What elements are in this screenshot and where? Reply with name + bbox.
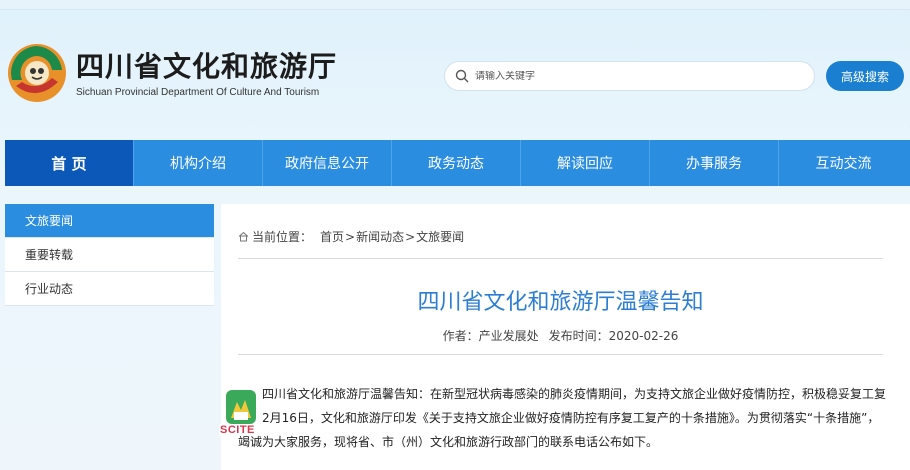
breadcrumb-separator: >	[345, 229, 356, 244]
sidebar-item-culture-news[interactable]: 文旅要闻	[5, 204, 214, 238]
breadcrumb-news[interactable]: 新闻动态	[356, 228, 404, 245]
site-logo[interactable]: 四川省文化和旅游厅 Sichuan Provincial Department …	[6, 42, 337, 104]
nav-item-services[interactable]: 办事服务	[650, 140, 779, 186]
nav-item-affairs[interactable]: 政务动态	[392, 140, 521, 186]
nav-item-home[interactable]: 首 页	[5, 140, 134, 186]
breadcrumb: 当前位置： 首页 > 新闻动态 > 文旅要闻	[238, 228, 464, 245]
breadcrumb-home[interactable]: 首页	[320, 228, 344, 245]
breadcrumb-current[interactable]: 文旅要闻	[416, 228, 464, 245]
search-box[interactable]	[444, 61, 815, 91]
logo-subtitle: Sichuan Provincial Department Of Culture…	[76, 86, 320, 98]
nav-item-about[interactable]: 机构介绍	[134, 140, 263, 186]
breadcrumb-label: 当前位置：	[252, 230, 313, 244]
logo-title: 四川省文化和旅游厅	[76, 49, 338, 83]
search-icon	[455, 69, 469, 83]
divider	[238, 258, 883, 259]
nav-item-interaction[interactable]: 互动交流	[779, 140, 908, 186]
sidebar-item-reprints[interactable]: 重要转载	[5, 238, 214, 272]
nav-item-gov-info[interactable]: 政府信息公开	[263, 140, 392, 186]
logo-emblem-icon	[8, 44, 66, 102]
author-value: 产业发展处	[478, 329, 539, 343]
article-panel: 当前位置： 首页 > 新闻动态 > 文旅要闻 四川省文化和旅游厅温馨告知 作者：…	[221, 204, 910, 470]
article-body: 四川省文化和旅游厅温馨告知：在新型冠状病毒感染的肺炎疫情期间，为支持文旅企业做好…	[238, 387, 887, 449]
article-meta: 作者：产业发展处 发布时间：2020-02-26	[238, 327, 883, 344]
date-label: 发布时间：	[548, 329, 609, 343]
scite-badge-text: SCITE	[219, 424, 256, 436]
breadcrumb-separator: >	[405, 229, 416, 244]
divider	[238, 354, 883, 355]
search-input[interactable]	[475, 70, 795, 82]
sidebar: 文旅要闻 重要转载 行业动态	[5, 204, 214, 306]
top-strip	[0, 0, 910, 10]
main-nav: 首 页 机构介绍 政府信息公开 政务动态 解读回应 办事服务 互动交流	[5, 140, 910, 186]
advanced-search-button[interactable]: 高级搜索	[826, 61, 904, 91]
article-title: 四川省文化和旅游厅温馨告知	[417, 290, 704, 315]
nav-item-interpretation[interactable]: 解读回应	[521, 140, 650, 186]
date-value: 2020-02-26	[608, 329, 679, 343]
home-icon	[238, 231, 249, 242]
sidebar-item-industry[interactable]: 行业动态	[5, 272, 214, 306]
author-label: 作者：	[442, 329, 479, 343]
